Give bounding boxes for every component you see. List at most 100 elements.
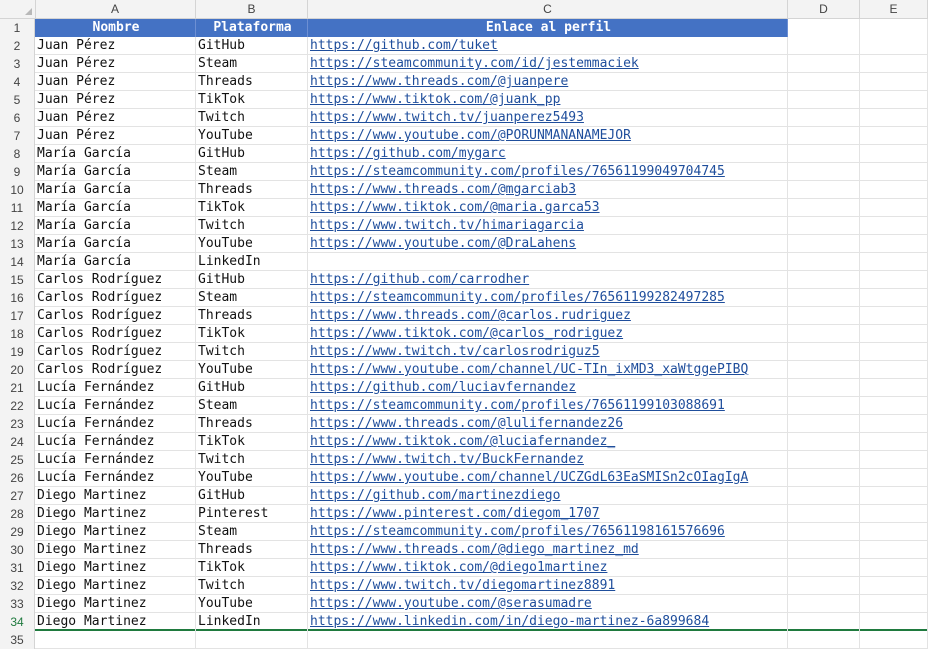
profile-link[interactable]: https://github.com/mygarc <box>310 146 506 161</box>
cell-enlace[interactable]: https://www.threads.com/@mgarciab3 <box>308 181 788 199</box>
cell-nombre[interactable]: Juan Pérez <box>35 55 196 73</box>
cell-plataforma[interactable]: GitHub <box>196 487 308 505</box>
cell-enlace[interactable]: https://github.com/mygarc <box>308 145 788 163</box>
cell-e[interactable] <box>860 631 928 649</box>
cell-enlace[interactable]: https://www.youtube.com/@PORUNMANANAMEJO… <box>308 127 788 145</box>
cell-plataforma[interactable]: YouTube <box>196 469 308 487</box>
profile-link[interactable]: https://www.tiktok.com/@diego1martinez <box>310 560 607 575</box>
cell-plataforma[interactable]: YouTube <box>196 595 308 613</box>
profile-link[interactable]: https://www.youtube.com/channel/UC-TIn_i… <box>310 362 748 377</box>
profile-link[interactable]: https://www.pinterest.com/diegom_1707 <box>310 506 600 521</box>
profile-link[interactable]: https://www.threads.com/@lulifernandez26 <box>310 416 623 431</box>
cell-d[interactable] <box>788 469 860 487</box>
row-number[interactable]: 16 <box>0 289 35 307</box>
cell-nombre[interactable]: María García <box>35 235 196 253</box>
cell-nombre[interactable]: Diego Martinez <box>35 595 196 613</box>
cell-nombre[interactable]: Lucía Fernández <box>35 433 196 451</box>
row-number[interactable]: 5 <box>0 91 35 109</box>
cell-nombre[interactable] <box>35 631 196 649</box>
cell-d[interactable] <box>788 523 860 541</box>
cell-d[interactable] <box>788 163 860 181</box>
profile-link[interactable]: https://github.com/carrodher <box>310 272 529 287</box>
cell-nombre[interactable]: Diego Martinez <box>35 505 196 523</box>
cell-enlace[interactable]: https://steamcommunity.com/id/jestemmaci… <box>308 55 788 73</box>
row-number[interactable]: 17 <box>0 307 35 325</box>
profile-link[interactable]: https://www.linkedin.com/in/diego-martin… <box>310 614 709 629</box>
cell-e[interactable] <box>860 127 928 145</box>
cell-d[interactable] <box>788 217 860 235</box>
cell-nombre[interactable]: Diego Martinez <box>35 523 196 541</box>
cell-e[interactable] <box>860 487 928 505</box>
cell-nombre[interactable]: Carlos Rodríguez <box>35 289 196 307</box>
cell-nombre[interactable]: Diego Martinez <box>35 487 196 505</box>
profile-link[interactable]: https://www.twitch.tv/diegomartinez8891 <box>310 578 615 593</box>
row-number[interactable]: 3 <box>0 55 35 73</box>
profile-link[interactable]: https://www.tiktok.com/@luciafernandez_ <box>310 434 615 449</box>
column-header-b[interactable]: B <box>196 0 308 18</box>
cell-plataforma[interactable] <box>196 631 308 649</box>
cell-d[interactable] <box>788 487 860 505</box>
row-number[interactable]: 29 <box>0 523 35 541</box>
cell-e[interactable] <box>860 541 928 559</box>
cell-d[interactable] <box>788 253 860 271</box>
cell-plataforma[interactable]: GitHub <box>196 37 308 55</box>
cell-enlace[interactable]: https://www.twitch.tv/himariagarcia <box>308 217 788 235</box>
cell-enlace[interactable]: https://www.tiktok.com/@carlos_rodriguez <box>308 325 788 343</box>
row-number[interactable]: 4 <box>0 73 35 91</box>
profile-link[interactable]: https://github.com/tuket <box>310 38 498 53</box>
cell-enlace[interactable]: https://www.youtube.com/@DraLahens <box>308 235 788 253</box>
cell-e[interactable] <box>860 271 928 289</box>
cell-e[interactable] <box>860 433 928 451</box>
profile-link[interactable]: https://steamcommunity.com/profiles/7656… <box>310 290 725 305</box>
cell-d[interactable] <box>788 91 860 109</box>
cell-enlace[interactable]: https://steamcommunity.com/profiles/7656… <box>308 523 788 541</box>
row-number[interactable]: 8 <box>0 145 35 163</box>
cell-nombre[interactable]: Juan Pérez <box>35 127 196 145</box>
cell-nombre[interactable]: Juan Pérez <box>35 37 196 55</box>
cell-e[interactable] <box>860 91 928 109</box>
cell-enlace[interactable] <box>308 631 788 649</box>
row-number[interactable]: 15 <box>0 271 35 289</box>
cell-enlace[interactable]: https://www.tiktok.com/@luciafernandez_ <box>308 433 788 451</box>
row-number[interactable]: 1 <box>0 19 35 37</box>
cell-enlace[interactable]: https://www.pinterest.com/diegom_1707 <box>308 505 788 523</box>
cell-nombre[interactable]: María García <box>35 181 196 199</box>
row-number[interactable]: 12 <box>0 217 35 235</box>
cell-nombre[interactable]: María García <box>35 199 196 217</box>
profile-link[interactable]: https://steamcommunity.com/id/jestemmaci… <box>310 56 639 71</box>
cell-e[interactable] <box>860 289 928 307</box>
cell-nombre[interactable]: Diego Martinez <box>35 613 196 631</box>
cell-e[interactable] <box>860 217 928 235</box>
cell-enlace[interactable]: https://www.threads.com/@lulifernandez26 <box>308 415 788 433</box>
profile-link[interactable]: https://www.youtube.com/@serasumadre <box>310 596 592 611</box>
cell-d[interactable] <box>788 289 860 307</box>
profile-link[interactable]: https://www.youtube.com/@PORUNMANANAMEJO… <box>310 128 631 143</box>
profile-link[interactable]: https://github.com/martinezdiego <box>310 488 560 503</box>
row-number[interactable]: 14 <box>0 253 35 271</box>
cell-enlace[interactable]: https://www.tiktok.com/@maria.garca53 <box>308 199 788 217</box>
cell-enlace[interactable]: https://www.threads.com/@juanpere <box>308 73 788 91</box>
profile-link[interactable]: https://www.youtube.com/channel/UCZGdL63… <box>310 470 748 485</box>
cell-nombre[interactable]: Diego Martinez <box>35 577 196 595</box>
row-number[interactable]: 20 <box>0 361 35 379</box>
profile-link[interactable]: https://www.twitch.tv/BuckFernandez <box>310 452 584 467</box>
cell-plataforma[interactable]: TikTok <box>196 559 308 577</box>
cell-d[interactable] <box>788 559 860 577</box>
cell-e[interactable] <box>860 109 928 127</box>
select-all-corner[interactable] <box>0 0 36 18</box>
cell-plataforma[interactable]: Twitch <box>196 577 308 595</box>
cell-plataforma[interactable]: Threads <box>196 307 308 325</box>
profile-link[interactable]: https://www.tiktok.com/@maria.garca53 <box>310 200 600 215</box>
cell-e[interactable] <box>860 559 928 577</box>
cell-d[interactable] <box>788 73 860 91</box>
cell-plataforma[interactable]: Twitch <box>196 343 308 361</box>
cell-plataforma[interactable]: YouTube <box>196 127 308 145</box>
cell-nombre[interactable]: Lucía Fernández <box>35 469 196 487</box>
row-number[interactable]: 13 <box>0 235 35 253</box>
cell-plataforma[interactable]: Threads <box>196 73 308 91</box>
row-number[interactable]: 25 <box>0 451 35 469</box>
cell-d[interactable] <box>788 307 860 325</box>
cell-plataforma[interactable]: LinkedIn <box>196 613 308 631</box>
row-number[interactable]: 26 <box>0 469 35 487</box>
cell-nombre[interactable]: Carlos Rodríguez <box>35 307 196 325</box>
